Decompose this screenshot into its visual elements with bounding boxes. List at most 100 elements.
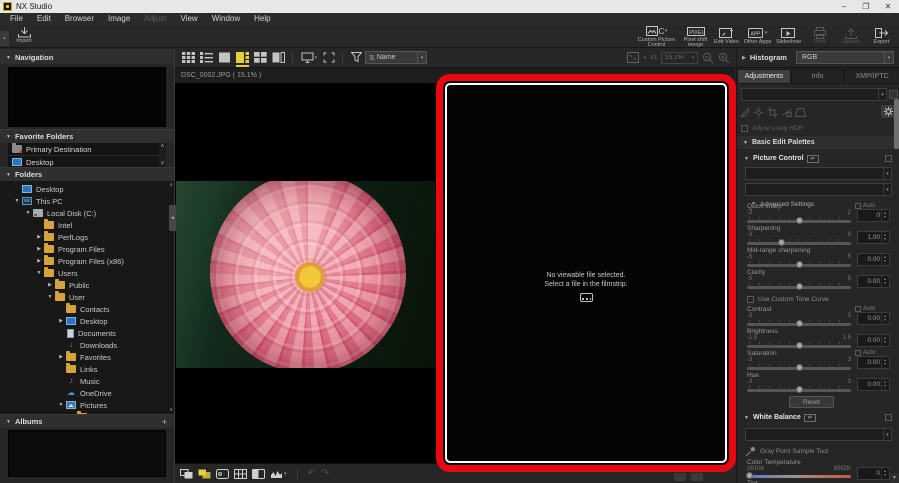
spinner-icon[interactable]: ▲▼ [881,210,888,221]
expander-closed-icon[interactable]: ▶ [34,258,44,264]
color-temp-value[interactable]: 0 ▲▼ [857,467,890,480]
spinner-icon[interactable]: ▲▼ [881,276,888,287]
tree-item-pictures[interactable]: ▼Pictures [0,399,174,411]
adjustment-preset-dropdown[interactable]: ▾ [741,88,887,101]
expander-closed-icon[interactable]: ▶ [56,318,66,324]
tree-item-local-disk-c[interactable]: ▼Local Disk (C:) [0,207,174,219]
favorites-scrollbar[interactable]: ∧∨ [159,143,166,167]
slider-value[interactable]: 1.00▲▼ [857,231,890,244]
tree-item-desktop[interactable]: ▶Desktop [0,315,174,327]
expander-closed-icon[interactable]: ▶ [45,282,55,288]
white-balance-dropdown[interactable]: ▾ [745,428,892,441]
color-temp-thumb[interactable] [746,472,753,479]
slider-value[interactable]: 0▲▼ [857,209,890,222]
connected-monitor-button[interactable]: ▾ [298,49,320,67]
control-point-icon[interactable] [753,107,764,118]
expander-open-icon[interactable]: ▼ [23,210,33,216]
slider-thumb[interactable] [796,217,803,224]
tree-item-contacts[interactable]: Contacts [0,303,174,315]
histogram-overlay-button[interactable]: ▾ [270,467,287,481]
folders-section-header[interactable]: ▼ Folders [0,167,174,181]
histogram-channel-dropdown[interactable]: RGB ▾ [796,51,894,64]
fullscreen-button[interactable] [320,49,337,67]
white-balance-header[interactable]: ▼ White Balance ⇄ [737,411,899,424]
slider-thumb[interactable] [778,239,785,246]
tab-xmp-iptc[interactable]: XMP/IPTC [844,69,899,84]
slider-value[interactable]: 0.00▲▼ [857,275,890,288]
slider-value[interactable]: 0.00▲▼ [857,312,890,325]
expander-open-icon[interactable]: ▼ [12,198,22,204]
import-button[interactable]: Import [8,26,40,47]
tone-curve-checkbox[interactable] [747,296,754,303]
tree-item-links[interactable]: Links [0,363,174,375]
tree-item-favorites[interactable]: ▶Favorites [0,351,174,363]
slider-thumb[interactable] [796,386,803,393]
tree-item-this-pc[interactable]: ▼This PC [0,195,174,207]
slider-thumb[interactable] [796,342,803,349]
slider-thumb[interactable] [796,320,803,327]
spinner-icon[interactable]: ▲▼ [881,379,888,390]
zoom-out-icon[interactable] [702,52,714,64]
tree-item-program-files-x86[interactable]: ▶Program Files (x86) [0,255,174,267]
tree-item-music[interactable]: ♪Music [0,375,174,387]
panel-scrollbar-thumb[interactable] [894,99,899,149]
fit-to-screen-icon[interactable] [627,52,639,64]
albums-section-header[interactable]: ▼ Albums + [0,414,174,428]
color-temp-slider[interactable] [747,475,851,478]
tree-item-perflogs[interactable]: ▶PerfLogs [0,231,174,243]
straighten-icon[interactable] [781,107,792,118]
reset-button[interactable]: Reset [789,396,834,408]
list-view-button[interactable] [198,49,215,67]
menu-item-browser[interactable]: Browser [58,13,101,25]
adjustment-manager-button[interactable] [889,90,898,99]
collapse-sidebar-handle[interactable]: ◂ [169,205,176,231]
tree-item-intel[interactable]: Intel [0,219,174,231]
minimize-button[interactable]: – [833,0,855,13]
tree-item-documents[interactable]: Documents [0,327,174,339]
spinner-icon[interactable]: ▲▼ [881,468,888,479]
filter-button[interactable] [348,49,365,67]
scroll-up-icon[interactable]: ∧ [159,143,166,150]
custom-picture-control-button[interactable]: C▾Custom Picture Control [633,25,680,48]
spinner-icon[interactable]: ▲▼ [881,357,888,368]
expander-closed-icon[interactable]: ▶ [34,234,44,240]
tree-item-users[interactable]: ▼Users [0,267,174,279]
panel-scroll-down-button[interactable]: ▼ [890,473,899,483]
single-image-button[interactable] [216,49,233,67]
favorite-item-primary-destination[interactable]: Primary Destination [8,143,159,156]
scroll-down-icon[interactable]: ∨ [159,160,166,167]
basic-edit-palettes-header[interactable]: ▼ Basic Edit Palettes [737,136,899,149]
tab-info[interactable]: Info [791,69,844,84]
split-view-button[interactable] [252,467,265,481]
menu-item-help[interactable]: Help [247,13,277,25]
highlighted-viewer-pane[interactable]: No viewable file selected. Select a file… [436,74,736,472]
multi-view-button[interactable] [252,49,269,67]
slider-thumb[interactable] [796,364,803,371]
gray-point-tool[interactable]: Gray Point Sample Tool [745,445,828,457]
stack-button[interactable] [180,467,193,481]
white-balance-checkbox[interactable] [885,414,892,421]
slider-thumb[interactable] [796,283,803,290]
menu-item-window[interactable]: Window [205,13,247,25]
stack-filled-button[interactable] [198,467,211,481]
edit-video-button[interactable]: Edit Video [711,25,742,48]
thumbnail-table-button[interactable] [234,467,247,481]
grid-view-button[interactable] [180,49,197,67]
viewer-extra-buttons[interactable] [674,473,703,481]
navigation-section-header[interactable]: ▼ Navigation [0,50,174,64]
add-album-button[interactable]: + [162,417,167,427]
tree-item-desktop[interactable]: Desktop [0,183,174,195]
favorite-folders-section-header[interactable]: ▼ Favorite Folders [0,129,174,143]
slider-value[interactable]: 0.00▲▼ [857,334,890,347]
hdr-checkbox[interactable] [741,125,748,132]
spinner-icon[interactable]: ▲▼ [881,232,888,243]
tree-item-program-files[interactable]: ▶Program Files [0,243,174,255]
badge-frame-button[interactable] [216,467,229,481]
tree-item-user[interactable]: ▼User [0,291,174,303]
favorite-item-desktop[interactable]: Desktop [8,156,159,167]
menu-item-view[interactable]: View [174,13,205,25]
restore-button[interactable]: ❐ [855,0,877,13]
undo-button[interactable]: ↶ [308,467,316,481]
image-filmstrip-button[interactable] [234,49,251,67]
picture-control-dropdown[interactable]: ▾ [745,167,892,180]
